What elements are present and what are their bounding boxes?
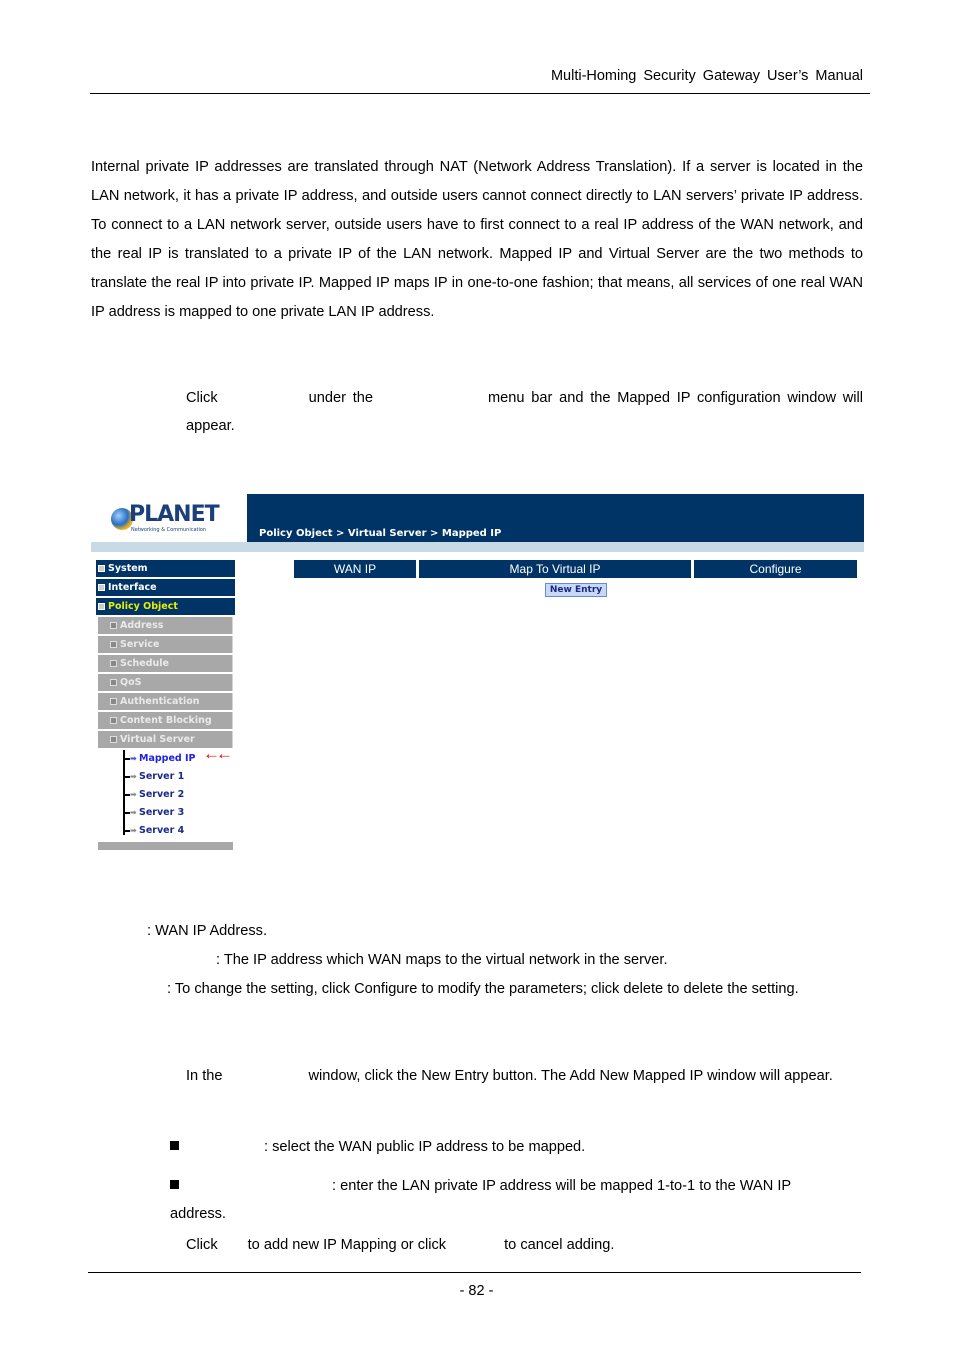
submenu-item-service[interactable]: Service <box>98 636 233 653</box>
expand-icon <box>110 660 117 667</box>
tree-item-label: Mapped IP <box>139 753 196 764</box>
expand-icon <box>110 717 117 724</box>
bullet-text: : select the WAN public IP address to be… <box>264 1139 586 1155</box>
planet-logo: PLANET Networking & Communication <box>109 500 239 536</box>
expand-icon <box>98 565 105 572</box>
bullet-wan-ip: : select the WAN public IP address to be… <box>170 1133 585 1161</box>
tree-item-server-3[interactable]: ➡ Server 3 <box>123 804 235 822</box>
submenu-item-label: Authentication <box>120 696 200 707</box>
header-bar: Policy Object > Virtual Server > Mapped … <box>247 494 864 542</box>
step-2-part-1: In the <box>186 1068 223 1084</box>
menu-item-label: Interface <box>108 582 157 593</box>
page-number: - 82 - <box>459 1283 494 1299</box>
expand-icon <box>110 679 117 686</box>
submenu-item-content-blocking[interactable]: Content Blocking <box>98 712 233 729</box>
menu-item-policy-object[interactable]: Policy Object <box>96 598 235 615</box>
step-1-part-3: menu bar and the Mapped IP configuration… <box>186 390 864 434</box>
submenu-item-label: Service <box>120 639 160 650</box>
description-map-to-virtual-ip: : The IP address which WAN maps to the v… <box>216 952 668 968</box>
arrow-right-icon: ➡ <box>130 826 137 835</box>
breadcrumb: Policy Object > Virtual Server > Mapped … <box>259 528 502 539</box>
collapse-icon <box>110 736 117 743</box>
column-header-configure: Configure <box>694 560 857 578</box>
collapse-icon <box>98 603 105 610</box>
step-2-instruction: In the window, click the New Entry button… <box>186 1062 863 1090</box>
tree-item-label: Server 2 <box>139 789 185 800</box>
footer-divider <box>88 1272 861 1273</box>
expand-icon <box>110 698 117 705</box>
step-3-part-3: to cancel adding. <box>504 1237 615 1253</box>
menu-item-system[interactable]: System <box>96 560 235 577</box>
submenu-item-label: Schedule <box>120 658 169 669</box>
submenu-item-qos[interactable]: QoS <box>98 674 233 691</box>
submenu-item-label: Virtual Server <box>120 734 195 745</box>
step-2-part-2: window, click the New Entry button. The … <box>308 1068 833 1084</box>
tree-item-label: Server 1 <box>139 771 185 782</box>
column-header-wan-ip: WAN IP <box>294 560 416 578</box>
submenu-item-label: QoS <box>120 677 142 688</box>
bullet-square-icon <box>170 1141 179 1150</box>
arrow-right-icon: ➡ <box>130 808 137 817</box>
menu-item-label: System <box>108 563 148 574</box>
step-3-part-2: to add new IP Mapping or click <box>247 1237 447 1253</box>
tree-item-server-2[interactable]: ➡ Server 2 <box>123 786 235 804</box>
description-configure: : To change the setting, click Configure… <box>167 981 799 997</box>
submenu-item-label: Address <box>120 620 164 631</box>
tree-item-server-4[interactable]: ➡ Server 4 <box>123 822 235 840</box>
description-wan-ip: : WAN IP Address. <box>147 923 268 939</box>
expand-icon <box>98 584 105 591</box>
intro-paragraph: Internal private IP addresses are transl… <box>91 159 863 320</box>
bullet-text: : enter the LAN private IP address will … <box>170 1178 791 1222</box>
header-strip <box>91 542 864 552</box>
submenu-item-address[interactable]: Address <box>98 617 233 634</box>
mapped-ip-table-header: WAN IP Map To Virtual IP Configure <box>294 560 857 578</box>
bullet-square-icon <box>170 1180 179 1189</box>
step-1-instruction: Click under the menu bar and the Mapped IP… <box>186 384 863 440</box>
menu-item-interface[interactable]: Interface <box>96 579 235 596</box>
tree-item-label: Server 4 <box>139 825 185 836</box>
step-3-part-1: Click <box>186 1237 218 1253</box>
logo-brand-text: PLANET <box>129 502 220 527</box>
tree-item-label: Server 3 <box>139 807 185 818</box>
bullet-map-to-virtual-ip: : enter the LAN private IP address will … <box>170 1172 850 1228</box>
submenu-item-label: Content Blocking <box>120 715 212 726</box>
red-pointer-arrows-icon: ←← <box>203 744 233 763</box>
step-3-instruction: Click to add new IP Mapping or click to ca… <box>186 1231 614 1259</box>
expand-icon <box>110 641 117 648</box>
arrow-right-icon: ➡ <box>130 754 137 763</box>
step-1-part-1: Click <box>186 390 218 406</box>
document-header-title: Multi-Homing Security Gateway User’s Man… <box>550 68 863 84</box>
tree-item-server-1[interactable]: ➡ Server 1 <box>123 768 235 786</box>
submenu-item-authentication[interactable]: Authentication <box>98 693 233 710</box>
arrow-right-icon: ➡ <box>130 772 137 781</box>
expand-icon <box>110 622 117 629</box>
step-1-part-2: under the <box>308 390 373 406</box>
menu-item-label: Policy Object <box>108 601 178 612</box>
arrow-right-icon: ➡ <box>130 790 137 799</box>
logo-tagline: Networking & Communication <box>131 527 207 533</box>
mapped-ip-screenshot: PLANET Networking & Communication Policy… <box>91 494 864 850</box>
submenu-item-schedule[interactable]: Schedule <box>98 655 233 672</box>
sidebar-menu: System Interface Policy Object Address S… <box>96 560 235 850</box>
new-entry-button[interactable]: New Entry <box>545 583 607 597</box>
column-header-map-to-virtual-ip: Map To Virtual IP <box>419 560 691 578</box>
submenu-item-vpn[interactable] <box>98 842 233 850</box>
header-divider <box>90 93 870 94</box>
